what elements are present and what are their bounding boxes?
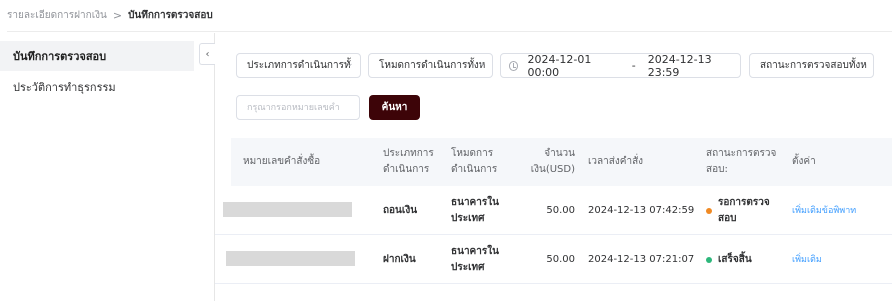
date-separator: -: [631, 59, 636, 72]
operation-mode-value: โหมดการดำเนินการทั้งห: [379, 60, 486, 71]
add-dispute-link[interactable]: เพิ่มเติมข้อพิพาท: [792, 203, 856, 219]
cell-type: ถอนเงิน: [383, 204, 418, 216]
chevron-down-icon: ⌄: [346, 59, 354, 69]
redacted-order-no: [226, 251, 355, 266]
search-button[interactable]: ค้นหา: [369, 95, 420, 120]
chevron-down-icon: ⌄: [859, 59, 867, 69]
redacted-order-no: [223, 202, 352, 217]
chevron-down-icon: ⌄: [478, 59, 486, 69]
cell-status: เสร็จสิ้น: [706, 235, 778, 284]
breadcrumb: รายละเอียดการฝากเงิน > บันทึกการตรวจสอบ: [7, 0, 892, 32]
cell-action: เพิ่มเติม: [792, 235, 862, 284]
cell-action: เพิ่มเติมข้อพิพาท: [792, 186, 862, 235]
status-dot-icon: [706, 256, 712, 263]
table-row: ถอนเงิน ธนาคารในประเทศ 50.00 2024-12-13 …: [215, 186, 892, 235]
date-range-picker[interactable]: 2024-12-01 00:00 - 2024-12-13 23:59: [500, 53, 741, 79]
sidebar-item-label: บันทึกการตรวจสอบ: [13, 50, 107, 63]
audit-status-select[interactable]: สถานะการตรวจสอบทั้งห ⌄: [749, 53, 874, 78]
operation-type-value: ประเภทการดำเนินการทั้: [247, 60, 351, 71]
header-time: เวลาส่งคำสั่ง: [588, 156, 644, 167]
header-type: ประเภทการดำเนินการ: [383, 148, 434, 175]
date-end[interactable]: 2024-12-13 23:59: [648, 53, 740, 79]
status-label: เสร็จสิ้น: [718, 253, 752, 265]
cell-time: 2024-12-13 07:21:07: [588, 253, 695, 265]
order-number-search-input[interactable]: [236, 95, 360, 120]
sidebar-item-transaction-history[interactable]: ประวัติการทำธุรกรรม: [0, 72, 194, 102]
operation-mode-select[interactable]: โหมดการดำเนินการทั้งห ⌄: [368, 53, 493, 78]
table-row: ฝากเงิน ธนาคารในประเทศ 50.00 2024-12-13 …: [215, 235, 892, 284]
operation-type-select[interactable]: ประเภทการดำเนินการทั้ ⌄: [236, 53, 361, 78]
status-dot-icon: [706, 207, 712, 214]
chevron-left-icon: ‹: [205, 48, 210, 60]
breadcrumb-parent[interactable]: รายละเอียดการฝากเงิน: [7, 8, 107, 23]
cell-amount: 50.00: [546, 253, 575, 265]
clock-icon: [509, 60, 519, 71]
cell-mode: ธนาคารในประเทศ: [451, 196, 499, 224]
date-start[interactable]: 2024-12-01 00:00: [527, 53, 619, 79]
audit-status-value: สถานะการตรวจสอบทั้งห: [760, 60, 867, 71]
header-settings: ตั้งค่า: [792, 156, 816, 167]
cell-amount: 50.00: [546, 204, 575, 216]
breadcrumb-current: บันทึกการตรวจสอบ: [128, 10, 213, 21]
header-amount: จำนวนเงิน(USD): [530, 148, 575, 175]
add-more-link[interactable]: เพิ่มเติม: [792, 252, 822, 268]
sidebar: บันทึกการตรวจสอบ ประวัติการทำธุรกรรม: [0, 33, 215, 301]
header-order-no: หมายเลขคำสั่งซื้อ: [243, 156, 321, 167]
audit-table: หมายเลขคำสั่งซื้อ ประเภทการดำเนินการ โหม…: [215, 138, 892, 284]
sidebar-item-audit-log[interactable]: บันทึกการตรวจสอบ: [0, 41, 194, 71]
cell-type: ฝากเงิน: [383, 253, 416, 265]
sidebar-item-label: ประวัติการทำธุรกรรม: [13, 81, 116, 94]
status-label: รอการตรวจสอบ: [718, 196, 770, 224]
header-status: สถานะการตรวจสอบ:: [706, 148, 777, 175]
chevron-right-icon: >: [112, 9, 123, 22]
header-mode: โหมดการดำเนินการ: [451, 148, 498, 175]
cell-mode: ธนาคารในประเทศ: [451, 245, 499, 273]
collapse-sidebar-button[interactable]: ‹: [199, 43, 215, 65]
cell-time: 2024-12-13 07:42:59: [588, 204, 695, 216]
cell-status: รอการตรวจสอบ: [706, 186, 778, 235]
